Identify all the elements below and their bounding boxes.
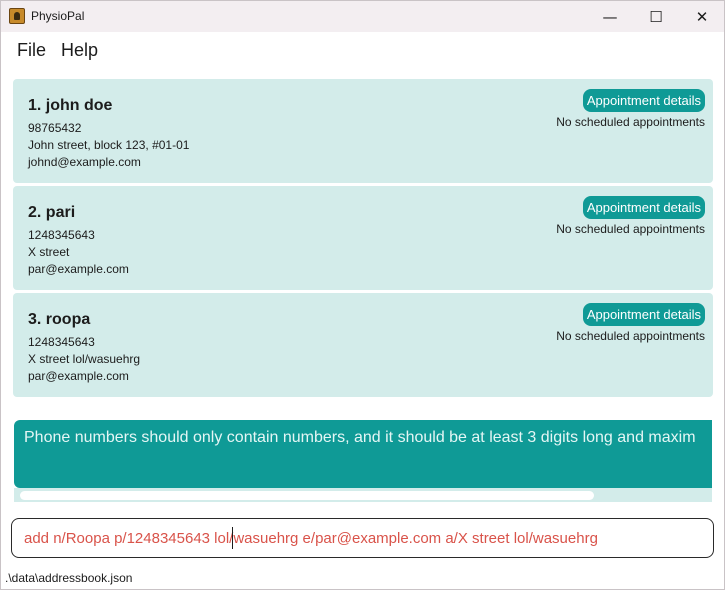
maximize-button[interactable]: ☐ <box>633 1 679 32</box>
menu-bar: File Help <box>1 32 724 68</box>
appointment-details-button[interactable]: Appointment details <box>582 196 705 219</box>
storage-path: .\data\addressbook.json <box>5 571 133 585</box>
close-button[interactable]: ✕ <box>679 1 725 32</box>
result-scrollbar-thumb[interactable] <box>20 491 594 500</box>
person-phone: 98765432 <box>28 121 82 135</box>
appointment-status: No scheduled appointments <box>556 222 705 236</box>
command-input[interactable]: add n/Roopa p/1248345643 lol/wasuehrg e/… <box>11 518 714 558</box>
app-window: PhysioPal — ☐ ✕ File Help 1. john doe 98… <box>0 0 725 590</box>
appointment-status: No scheduled appointments <box>556 115 705 129</box>
result-display: Phone numbers should only contain number… <box>14 420 712 488</box>
person-phone: 1248345643 <box>28 228 95 242</box>
result-scrollbar[interactable] <box>14 488 712 502</box>
person-address: John street, block 123, #01-01 <box>28 138 190 152</box>
command-text: add n/Roopa p/1248345643 lol/wasuehrg e/… <box>24 530 598 547</box>
window-title: PhysioPal <box>31 9 85 23</box>
appointment-status: No scheduled appointments <box>556 329 705 343</box>
person-name: 1. john doe <box>28 97 113 114</box>
appointment-details-button[interactable]: Appointment details <box>582 303 705 326</box>
result-message: Phone numbers should only contain number… <box>24 429 696 446</box>
text-caret <box>232 527 233 549</box>
person-email: par@example.com <box>28 262 129 276</box>
menu-file[interactable]: File <box>17 40 46 61</box>
person-email: par@example.com <box>28 369 129 383</box>
minimize-button[interactable]: — <box>587 1 633 32</box>
title-bar[interactable]: PhysioPal — ☐ ✕ <box>1 1 724 32</box>
person-address: X street <box>28 245 70 259</box>
person-name: 3. roopa <box>28 311 91 328</box>
menu-help[interactable]: Help <box>61 40 98 61</box>
person-phone: 1248345643 <box>28 335 95 349</box>
person-card[interactable]: 1. john doe 98765432 John street, block … <box>13 79 713 183</box>
person-card[interactable]: 2. pari 1248345643 X street par@example.… <box>13 186 713 290</box>
person-name: 2. pari <box>28 204 76 221</box>
app-icon <box>9 8 25 24</box>
person-address: X street lol/wasuehrg <box>28 352 141 366</box>
person-email: johnd@example.com <box>28 155 141 169</box>
person-card[interactable]: 3. roopa 1248345643 X street lol/wasuehr… <box>13 293 713 397</box>
appointment-details-button[interactable]: Appointment details <box>582 89 705 112</box>
